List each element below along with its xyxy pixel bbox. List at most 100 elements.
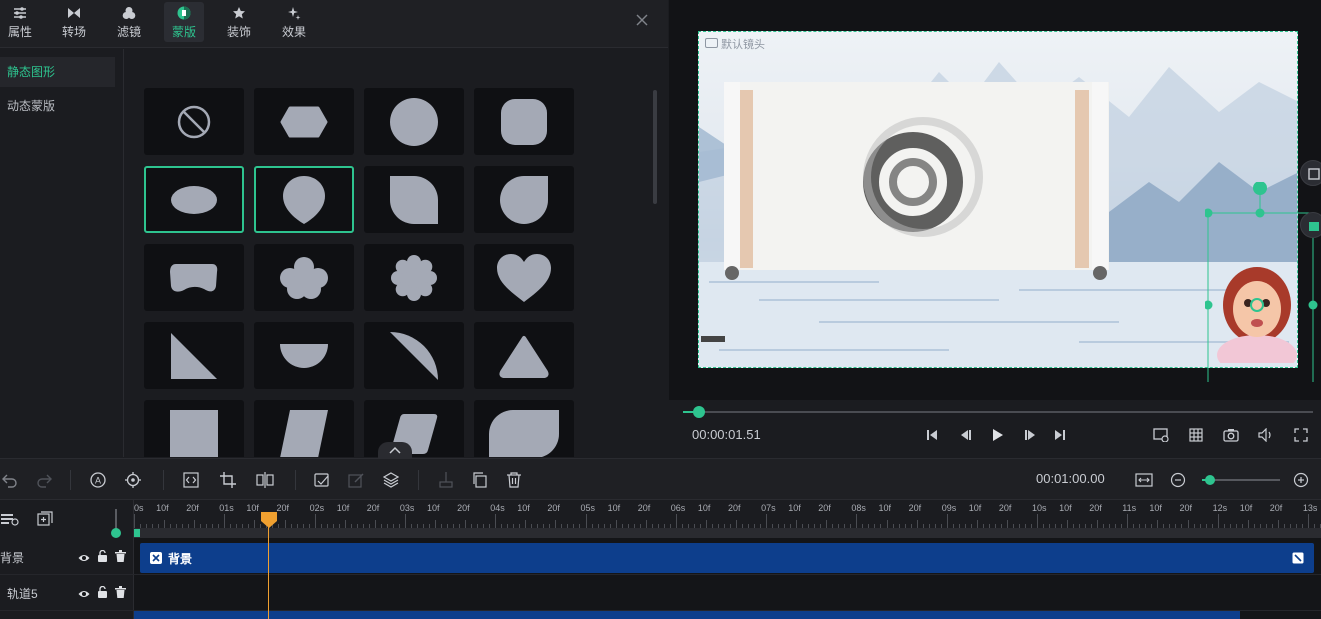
tab-decoration[interactable]: 装饰 xyxy=(219,2,259,42)
add-track-icon[interactable] xyxy=(37,511,53,532)
zoom-slider-handle[interactable] xyxy=(1205,475,1215,485)
lock-icon[interactable] xyxy=(97,549,108,567)
shape-rounded-square[interactable] xyxy=(474,88,574,155)
shape-leaf-square[interactable] xyxy=(364,166,464,233)
track-settings-icon[interactable] xyxy=(0,512,20,531)
category-static-shapes[interactable]: 静态图形 xyxy=(0,57,115,87)
shape-rounded-leaf[interactable] xyxy=(474,400,574,457)
eye-icon[interactable] xyxy=(78,550,90,568)
ruler-minor-tick xyxy=(531,524,533,528)
shape-half-circle[interactable] xyxy=(254,322,354,389)
copy-icon[interactable] xyxy=(470,470,490,490)
redo-icon[interactable] xyxy=(34,470,54,490)
layer-button[interactable] xyxy=(1300,212,1321,238)
category-dynamic-masks[interactable]: 动态蒙版 xyxy=(0,91,115,121)
ruler-minor-tick xyxy=(964,524,966,528)
fullscreen-icon[interactable] xyxy=(1292,426,1310,444)
tab-effect[interactable]: 效果 xyxy=(274,2,314,42)
ruler-minor-tick xyxy=(296,524,298,528)
ruler-label: 20f xyxy=(728,503,741,513)
shape-leaf-round[interactable] xyxy=(474,166,574,233)
ruler-minor-tick xyxy=(182,524,184,528)
delete-icon[interactable] xyxy=(504,470,524,490)
ruler-minor-tick xyxy=(362,524,364,528)
ruler-minor-tick xyxy=(748,524,750,528)
ruler-minor-tick xyxy=(1061,524,1063,528)
expand-panel-button[interactable] xyxy=(378,442,412,458)
ruler-minor-tick xyxy=(844,524,846,528)
ruler-minor-tick xyxy=(1133,524,1135,528)
playhead-handle[interactable] xyxy=(260,511,278,529)
undo-icon[interactable] xyxy=(0,470,20,490)
ruler-tick xyxy=(525,520,527,528)
tab-filter[interactable]: 滤镜 xyxy=(109,2,149,42)
ruler-minor-tick xyxy=(1000,524,1002,528)
playback-track[interactable] xyxy=(683,411,1313,413)
shape-none[interactable] xyxy=(144,88,244,155)
fit-timeline-icon[interactable] xyxy=(1134,470,1154,490)
shape-slice[interactable] xyxy=(364,322,464,389)
shape-cloud[interactable] xyxy=(254,244,354,311)
tab-mask[interactable]: 蒙版 xyxy=(164,2,204,42)
ruler-minor-tick xyxy=(242,524,244,528)
tab-label: 蒙版 xyxy=(171,24,196,39)
shape-circle[interactable] xyxy=(364,88,464,155)
shape-triangle-right[interactable] xyxy=(144,322,244,389)
avatar xyxy=(1217,267,1297,363)
zoom-out-icon[interactable] xyxy=(1168,470,1188,490)
eye-icon[interactable] xyxy=(78,586,90,604)
shape-blob[interactable] xyxy=(144,244,244,311)
shape-flower[interactable] xyxy=(364,244,464,311)
clip-background[interactable]: 背景 xyxy=(140,543,1314,573)
crop-icon[interactable] xyxy=(218,470,238,490)
grid-icon[interactable] xyxy=(1187,426,1205,444)
ruler-minor-tick xyxy=(729,524,731,528)
shape-hexagon[interactable] xyxy=(254,88,354,155)
auto-icon[interactable]: A xyxy=(88,470,108,490)
time-ruler[interactable]: 0s 10f 20f 01s 10f 20f 02s 10f 20f 03s 10f 20f 04s 10… xyxy=(134,500,1321,538)
mirror-icon[interactable] xyxy=(255,470,275,490)
next-frame-icon[interactable] xyxy=(1021,426,1039,444)
shape-square[interactable] xyxy=(144,400,244,457)
tab-label: 转场 xyxy=(61,24,86,39)
split-icon[interactable] xyxy=(436,470,456,490)
volume-icon[interactable] xyxy=(1257,426,1275,444)
zoom-in-icon[interactable] xyxy=(1291,470,1311,490)
playback-handle[interactable] xyxy=(693,406,705,418)
preview-settings-icon[interactable] xyxy=(1152,426,1170,444)
lock-icon[interactable] xyxy=(97,585,108,603)
play-icon[interactable] xyxy=(989,426,1007,444)
prev-frame-icon[interactable] xyxy=(957,426,975,444)
shape-drop[interactable] xyxy=(254,166,354,233)
close-icon[interactable] xyxy=(634,12,650,28)
shape-parallelogram[interactable] xyxy=(254,400,354,457)
timeline-zoom-handle[interactable] xyxy=(111,528,121,538)
shape-triangle-round[interactable] xyxy=(474,322,574,389)
trash-icon[interactable] xyxy=(115,585,126,603)
ruler-tick xyxy=(254,520,256,528)
grid-scrollbar[interactable] xyxy=(653,90,657,204)
ruler-minor-tick xyxy=(188,524,190,528)
trash-icon[interactable] xyxy=(115,549,126,567)
ruler-minor-tick xyxy=(850,524,852,528)
keyframe-icon[interactable] xyxy=(312,470,332,490)
skip-start-icon[interactable] xyxy=(923,426,941,444)
shape-ellipse[interactable] xyxy=(144,166,244,233)
fit-canvas-button[interactable] xyxy=(1300,160,1321,186)
track-clip-lower[interactable] xyxy=(134,611,1240,619)
tab-properties[interactable]: 属性 xyxy=(0,2,40,42)
locate-icon[interactable] xyxy=(123,470,143,490)
code-icon[interactable] xyxy=(181,470,201,490)
ruler-label: 20f xyxy=(998,503,1012,513)
ruler-minor-tick xyxy=(1271,524,1273,528)
ruler-minor-tick xyxy=(1193,524,1195,528)
ruler-minor-tick xyxy=(380,524,382,528)
tab-label: 效果 xyxy=(281,24,306,39)
skip-end-icon[interactable] xyxy=(1051,426,1069,444)
shape-heart[interactable] xyxy=(474,244,574,311)
snapshot-icon[interactable] xyxy=(1222,426,1240,444)
edit-icon[interactable] xyxy=(346,470,366,490)
tab-transition[interactable]: 转场 xyxy=(54,2,94,42)
ruler-label: 05s xyxy=(580,503,596,513)
layers-icon[interactable] xyxy=(381,470,401,490)
